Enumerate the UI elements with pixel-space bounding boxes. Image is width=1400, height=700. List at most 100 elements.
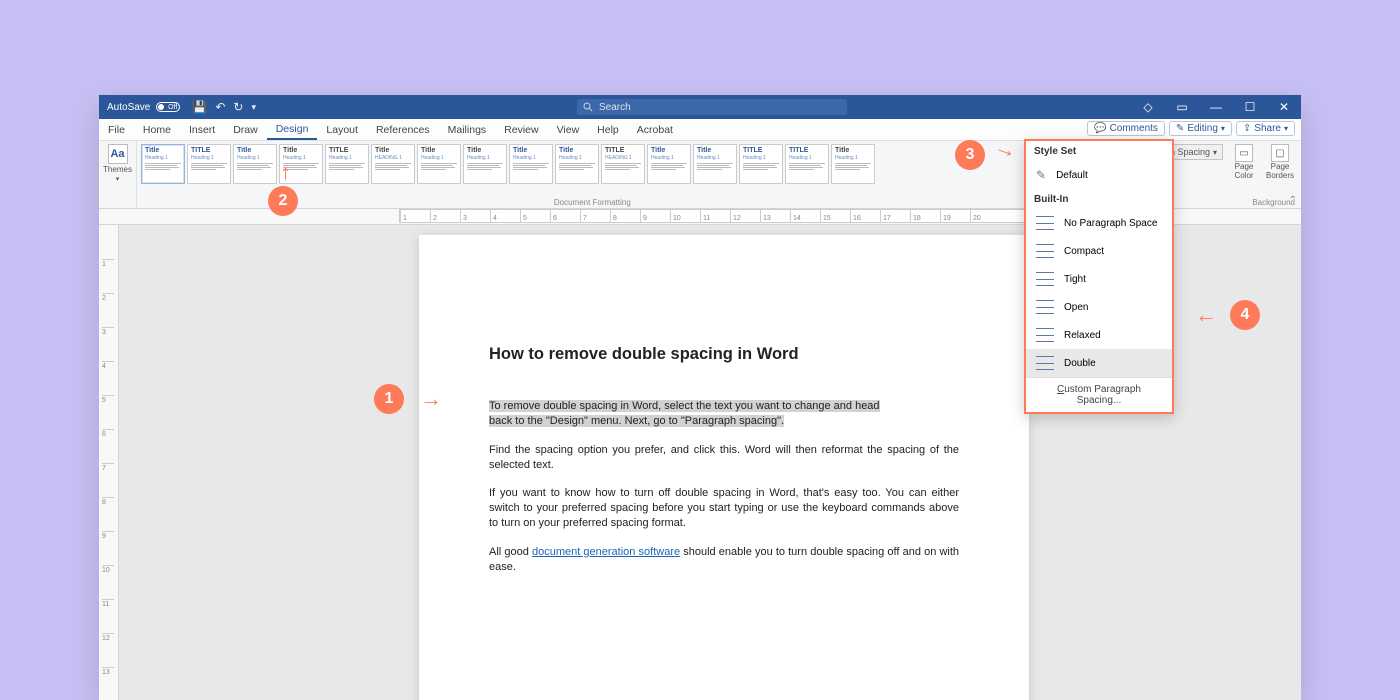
comments-label: Comments [1110, 123, 1158, 134]
spacing-icon [1036, 356, 1054, 370]
editing-button[interactable]: ✎ Editing ▾ [1169, 121, 1232, 136]
style-thumb[interactable]: TITLEHeading 1 [739, 144, 783, 184]
search-box[interactable]: Search [577, 99, 847, 115]
style-gallery[interactable]: TitleHeading 1TITLEHeading 1TitleHeading… [141, 144, 875, 190]
style-thumb[interactable]: TitleHeading 1 [141, 144, 185, 184]
collapse-ribbon-icon[interactable]: ⌃ [1289, 195, 1297, 206]
minimize-icon[interactable]: — [1199, 95, 1233, 119]
tab-home[interactable]: Home [134, 119, 180, 140]
autosave-group: AutoSave Off [99, 102, 188, 113]
paragraph-spacing-dropdown[interactable]: Style Set ✎ Default Built-In No Paragrap… [1024, 139, 1174, 414]
document-heading[interactable]: How to remove double spacing in Word [489, 345, 959, 364]
paragraph-1[interactable]: To remove double spacing in Word, select… [489, 399, 959, 429]
undo-icon[interactable]: ↶ [215, 100, 225, 114]
themes-icon: Aa [108, 144, 128, 164]
callout-2: 2 [268, 186, 298, 216]
horizontal-ruler[interactable]: 1234567891011121314151617181920 [399, 209, 1131, 223]
tab-insert[interactable]: Insert [180, 119, 224, 140]
page-borders-label: Page Borders [1265, 163, 1295, 181]
chevron-down-icon: ▾ [1221, 124, 1225, 133]
tab-references[interactable]: References [367, 119, 439, 140]
dd-item-label: Tight [1064, 274, 1086, 285]
style-thumb[interactable]: TITLEHeading 1 [187, 144, 231, 184]
tab-mailings[interactable]: Mailings [439, 119, 496, 140]
dd-item-relaxed[interactable]: Relaxed [1026, 321, 1172, 349]
dd-item-double[interactable]: Double [1026, 349, 1172, 377]
dd-item-label: Relaxed [1064, 330, 1101, 341]
save-icon[interactable]: 💾 [192, 100, 207, 114]
chevron-down-icon: ▾ [1284, 124, 1288, 133]
quick-access-toolbar: 💾 ↶ ↻ ▾ [188, 100, 256, 114]
title-bar: AutoSave Off 💾 ↶ ↻ ▾ Document1 - Word Se… [99, 95, 1301, 119]
dd-item-open[interactable]: Open [1026, 293, 1172, 321]
style-thumb[interactable]: TitleHeading 1 [509, 144, 553, 184]
autosave-toggle[interactable]: Off [156, 102, 180, 112]
spacing-icon [1036, 244, 1054, 258]
style-thumb[interactable]: TITLEHEADING 1 [601, 144, 645, 184]
themes-button[interactable]: Aa Themes ▾ [104, 144, 132, 183]
diamond-icon[interactable]: ◇ [1131, 95, 1165, 119]
share-button[interactable]: ⇪ Share ▾ [1236, 121, 1295, 136]
qat-more-icon[interactable]: ▾ [251, 102, 256, 113]
style-thumb[interactable]: TitleHeading 1 [647, 144, 691, 184]
themes-label: Themes [103, 165, 132, 174]
document-body[interactable]: To remove double spacing in Word, select… [489, 399, 959, 575]
style-thumb[interactable]: TITLEHeading 1 [785, 144, 829, 184]
vertical-ruler[interactable]: 1234567891011121314 [99, 225, 119, 700]
page-color-icon: ▭ [1235, 144, 1253, 162]
style-thumb[interactable]: TitleHeading 1 [555, 144, 599, 184]
comments-button[interactable]: 💬 Comments [1087, 121, 1165, 136]
dd-custom-spacing[interactable]: Custom Paragraph Spacing... [1026, 377, 1172, 412]
doc-link[interactable]: document generation software [532, 546, 680, 558]
window-controls: ◇ ▭ — ☐ ✕ [1131, 95, 1301, 119]
redo-icon[interactable]: ↻ [233, 100, 243, 114]
style-thumb[interactable]: TitleHeading 1 [693, 144, 737, 184]
tab-view[interactable]: View [548, 119, 589, 140]
arrow-up-icon: ↑ [280, 160, 291, 186]
dd-custom-rest: ustom Paragraph Spacing... [1064, 384, 1141, 406]
style-thumb[interactable]: TitleHeading 1 [233, 144, 277, 184]
arrow-left-icon: ← [1195, 302, 1217, 328]
style-thumb[interactable]: TitleHeading 1 [831, 144, 875, 184]
dd-item-compact[interactable]: Compact [1026, 237, 1172, 265]
pencil-icon: ✎ [1176, 123, 1184, 134]
tab-file[interactable]: File [99, 119, 134, 140]
page-color-label: Page Color [1229, 163, 1259, 181]
themes-group: Aa Themes ▾ [99, 141, 137, 208]
paragraph-2[interactable]: Find the spacing option you prefer, and … [489, 443, 959, 473]
page-borders-button[interactable]: ▢ Page Borders [1265, 144, 1295, 181]
tab-layout[interactable]: Layout [317, 119, 367, 140]
page-color-button[interactable]: ▭ Page Color [1229, 144, 1259, 181]
tab-acrobat[interactable]: Acrobat [628, 119, 682, 140]
style-thumb[interactable]: TitleHEADING 1 [371, 144, 415, 184]
autosave-state: Off [168, 104, 177, 111]
style-thumb[interactable]: TitleHeading 1 [417, 144, 461, 184]
dd-item-tight[interactable]: Tight [1026, 265, 1172, 293]
chevron-down-icon: ▾ [116, 175, 120, 183]
spacing-icon [1036, 328, 1054, 342]
share-label: Share [1254, 123, 1281, 134]
dd-item-no-paragraph-space[interactable]: No Paragraph Space [1026, 209, 1172, 237]
ribbon-display-icon[interactable]: ▭ [1165, 95, 1199, 119]
paragraph-3[interactable]: If you want to know how to turn off doub… [489, 486, 959, 531]
close-icon[interactable]: ✕ [1267, 95, 1301, 119]
page-borders-icon: ▢ [1271, 144, 1289, 162]
share-icon: ⇪ [1243, 123, 1251, 134]
dd-item-default[interactable]: ✎ Default [1026, 161, 1172, 189]
tab-design[interactable]: Design [267, 119, 318, 140]
tab-draw[interactable]: Draw [224, 119, 267, 140]
tab-help[interactable]: Help [588, 119, 628, 140]
style-thumb[interactable]: TitleHeading 1 [463, 144, 507, 184]
spacing-icon [1036, 300, 1054, 314]
highlighted-line-1: To remove double spacing in Word, select… [489, 400, 880, 412]
style-thumb[interactable]: TITLEHeading 1 [325, 144, 369, 184]
paragraph-4[interactable]: All good document generation software sh… [489, 545, 959, 575]
document-page[interactable]: How to remove double spacing in Word To … [419, 235, 1029, 700]
ribbon-tabs: File Home Insert Draw Design Layout Refe… [99, 119, 1301, 141]
spacing-icon [1036, 272, 1054, 286]
maximize-icon[interactable]: ☐ [1233, 95, 1267, 119]
tab-review[interactable]: Review [495, 119, 547, 140]
dd-style-set-header: Style Set [1026, 141, 1172, 161]
dd-item-label: Compact [1064, 246, 1104, 257]
arrow-right-icon: → [420, 386, 442, 412]
